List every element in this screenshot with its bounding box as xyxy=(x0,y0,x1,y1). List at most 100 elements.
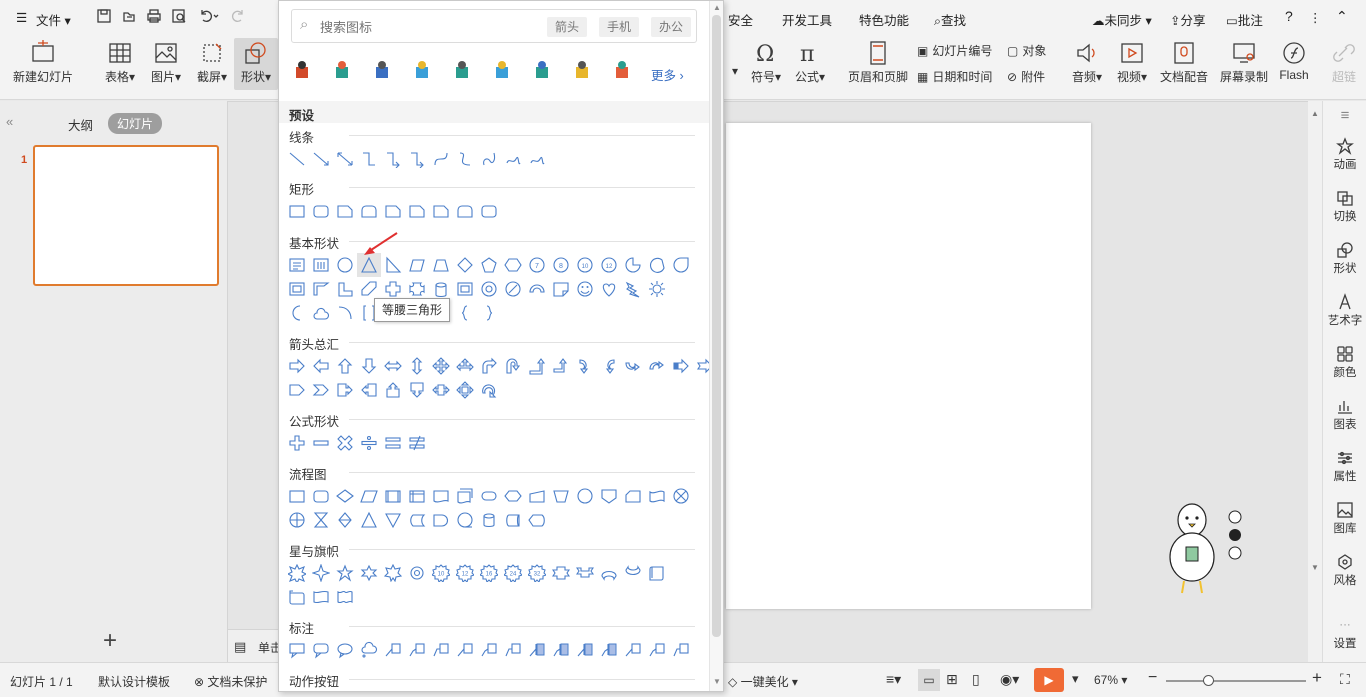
shape-crect[interactable] xyxy=(285,638,309,662)
shape-curvr[interactable] xyxy=(573,354,597,378)
shape-eq[interactable] xyxy=(381,431,405,455)
shape-au[interactable] xyxy=(333,354,357,378)
shape-fextr[interactable] xyxy=(357,508,381,532)
shape-scurve[interactable] xyxy=(453,147,477,171)
print-icon[interactable] xyxy=(146,8,162,27)
shape-n12[interactable]: 12 xyxy=(453,561,477,585)
shape-foff[interactable] xyxy=(597,484,621,508)
shape-pent[interactable] xyxy=(477,253,501,277)
camera-icon[interactable]: ◉▾ xyxy=(1000,671,1019,688)
shape-chord[interactable] xyxy=(645,253,669,277)
shape-cline1[interactable] xyxy=(453,638,477,662)
shape-callr[interactable] xyxy=(333,378,357,402)
shape-dbl[interactable] xyxy=(333,147,357,171)
shape-star5[interactable] xyxy=(333,561,357,585)
shape-fstore[interactable] xyxy=(405,508,429,532)
shape-scribble[interactable] xyxy=(501,147,525,171)
shape-round1[interactable] xyxy=(357,199,381,223)
shape-snip[interactable] xyxy=(405,199,429,223)
shape-ar[interactable] xyxy=(285,354,309,378)
print-preview-icon[interactable] xyxy=(171,8,187,27)
date-time-button[interactable]: ▦ 日期和时间 xyxy=(917,68,992,85)
shape-mult[interactable] xyxy=(333,431,357,455)
shape-cline2[interactable] xyxy=(477,638,501,662)
shape-curvu[interactable] xyxy=(621,354,645,378)
sorter-view-icon[interactable]: ⊞ xyxy=(946,671,958,688)
document-protection[interactable]: ⊗ 文档未保护 xyxy=(194,673,267,690)
menu-file[interactable]: 文件 ▾ xyxy=(36,10,71,29)
shape-striped[interactable] xyxy=(669,354,693,378)
shape-cbar2[interactable] xyxy=(549,638,573,662)
shape-fdata[interactable] xyxy=(357,484,381,508)
shape-curvd[interactable] xyxy=(645,354,669,378)
sidebar-item-properties[interactable]: 属性 xyxy=(1323,449,1366,484)
menu-developer[interactable]: 开发工具 xyxy=(782,10,832,29)
shape-vscroll[interactable] xyxy=(645,561,669,585)
shape-bent[interactable] xyxy=(477,354,501,378)
fit-window-icon[interactable]: ⛶ xyxy=(1340,671,1350,688)
picture-button[interactable]: 图片▾ xyxy=(146,40,186,85)
sidebar-item-gallery[interactable]: 图库 xyxy=(1323,501,1366,536)
search-tag-phone[interactable]: 手机 xyxy=(599,17,640,37)
help-button[interactable]: ? xyxy=(1285,8,1293,24)
worker-icon[interactable] xyxy=(291,59,315,83)
shape-plus[interactable] xyxy=(285,431,309,455)
shape-vtext[interactable] xyxy=(309,253,333,277)
network-icon[interactable] xyxy=(451,59,475,83)
shape-rrect[interactable] xyxy=(477,199,501,223)
shape-a3[interactable] xyxy=(453,354,477,378)
shape-n24[interactable]: 24 xyxy=(501,561,525,585)
shape-uturn[interactable] xyxy=(501,354,525,378)
shape-lup[interactable] xyxy=(525,354,549,378)
lock-icon[interactable] xyxy=(411,59,435,83)
shape-div[interactable] xyxy=(357,431,381,455)
shape-chevron[interactable] xyxy=(309,378,333,402)
shape-fint[interactable] xyxy=(405,484,429,508)
shape-hept[interactable]: 7 xyxy=(525,253,549,277)
shape-scribble[interactable] xyxy=(525,147,549,171)
shape-calll[interactable] xyxy=(357,378,381,402)
shape-fmanop[interactable] xyxy=(549,484,573,508)
shape-lshape[interactable] xyxy=(333,277,357,301)
shape-aud[interactable] xyxy=(405,354,429,378)
shape-cline1[interactable] xyxy=(621,638,645,662)
shape-sun[interactable] xyxy=(645,277,669,301)
shape-para[interactable] xyxy=(405,253,429,277)
shape-cline3[interactable] xyxy=(501,638,525,662)
sidebar-item-color[interactable]: 颜色 xyxy=(1323,345,1366,380)
shape-textbox[interactable] xyxy=(285,253,309,277)
shape-ribbon[interactable] xyxy=(549,561,573,585)
shape-circa[interactable] xyxy=(477,378,501,402)
menu-find[interactable]: ⌕查找 xyxy=(934,10,966,29)
reading-view-icon[interactable]: ▯ xyxy=(972,671,980,688)
tools-icon[interactable] xyxy=(371,59,395,83)
shape-fmerge[interactable] xyxy=(381,508,405,532)
normal-view-icon[interactable]: ▭ xyxy=(918,669,940,691)
shape-button[interactable]: 形状▾ xyxy=(234,38,278,90)
header-footer-button[interactable]: 页眉和页脚 xyxy=(846,40,910,85)
shape-line[interactable] xyxy=(285,147,309,171)
shape-lbrace[interactable] xyxy=(453,301,477,325)
attachment-button[interactable]: ⊘ 附件 xyxy=(1007,68,1045,85)
shape-minus[interactable] xyxy=(309,431,333,455)
object-button[interactable]: ▢ 对象 xyxy=(1007,42,1046,59)
shape-hscroll[interactable] xyxy=(285,585,309,609)
shape-fdoc[interactable] xyxy=(429,484,453,508)
shape-cribbon[interactable] xyxy=(597,561,621,585)
shape-arrowline[interactable] xyxy=(309,147,333,171)
shape-fmag[interactable] xyxy=(477,508,501,532)
menu-security[interactable]: 安全 xyxy=(728,10,753,29)
sidebar-item-shape[interactable]: 形状 xyxy=(1323,241,1366,276)
zoom-out-button[interactable]: − xyxy=(1148,669,1157,687)
video-button[interactable]: 视频▾ xyxy=(1112,40,1152,85)
shape-fcoll[interactable] xyxy=(309,508,333,532)
hamburger-icon[interactable]: ☰ xyxy=(16,10,27,25)
add-slide-button[interactable]: + xyxy=(103,629,117,653)
icon-search-box[interactable]: ⌕ 箭头 手机 办公 xyxy=(291,9,697,43)
shape-cline3[interactable] xyxy=(429,638,453,662)
shape-diamond[interactable] xyxy=(453,253,477,277)
shape-fpre[interactable] xyxy=(381,484,405,508)
search-tag-office[interactable]: 办公 xyxy=(651,17,692,37)
shape-ellipse[interactable] xyxy=(333,253,357,277)
shape-callu[interactable] xyxy=(381,378,405,402)
